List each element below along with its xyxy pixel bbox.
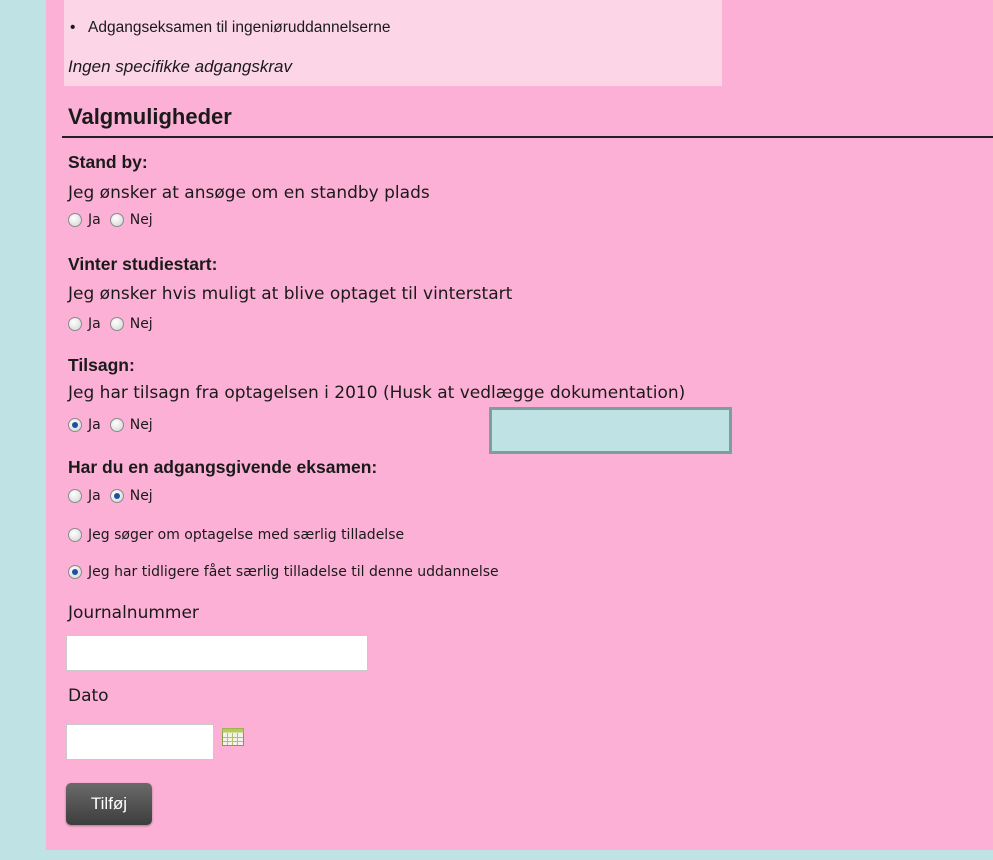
section-title: Valgmuligheder xyxy=(68,104,232,129)
exam-options: Ja Nej xyxy=(68,488,162,504)
previous-permission-option: Jeg har tidligere fået særlig tilladelse… xyxy=(68,564,508,580)
tilsagn-ja-radio[interactable] xyxy=(68,418,82,432)
tilsagn-ja-label[interactable]: Ja xyxy=(88,417,101,433)
requirement-bullet-text: Adgangseksamen til ingeniøruddannelserne xyxy=(88,19,391,36)
bullet-dot: • xyxy=(70,19,76,36)
add-button[interactable]: Tilføj xyxy=(66,783,152,825)
winter-start-nej-label[interactable]: Nej xyxy=(130,316,153,332)
date-input[interactable] xyxy=(66,724,214,760)
winter-start-options: Ja Nej xyxy=(68,316,162,332)
special-permission-option: Jeg søger om optagelse med særlig tillad… xyxy=(68,527,413,543)
winter-start-nej-radio[interactable] xyxy=(109,317,124,331)
standby-ja-radio[interactable] xyxy=(68,213,82,227)
standby-ja-label[interactable]: Ja xyxy=(88,212,101,228)
tilsagn-nej-label[interactable]: Nej xyxy=(130,417,153,433)
special-permission-radio[interactable] xyxy=(68,528,82,542)
exam-nej-radio[interactable] xyxy=(109,489,124,503)
calendar-icon[interactable] xyxy=(222,728,244,746)
winter-start-label: Vinter studiestart: xyxy=(68,254,218,274)
journal-number-input[interactable] xyxy=(66,635,368,671)
standby-nej-radio[interactable] xyxy=(109,213,124,227)
overlay-box xyxy=(489,407,732,454)
tilsagn-description: Jeg har tilsagn fra optagelsen i 2010 (H… xyxy=(68,383,686,403)
requirement-bullet-item: • Adgangseksamen til ingeniøruddannelser… xyxy=(70,19,391,37)
previous-permission-radio[interactable] xyxy=(68,565,82,579)
standby-description: Jeg ønsker at ansøge om en standby plads xyxy=(68,183,430,203)
panel-bottom-strip xyxy=(46,850,993,860)
exam-ja-label[interactable]: Ja xyxy=(88,488,101,504)
tilsagn-nej-radio[interactable] xyxy=(109,418,124,432)
section-divider xyxy=(62,136,993,138)
standby-options: Ja Nej xyxy=(68,212,162,228)
winter-start-description: Jeg ønsker hvis muligt at blive optaget … xyxy=(68,284,513,304)
exam-ja-radio[interactable] xyxy=(68,489,82,503)
date-label: Dato xyxy=(68,686,109,706)
winter-start-ja-radio[interactable] xyxy=(68,317,82,331)
special-permission-label[interactable]: Jeg søger om optagelse med særlig tillad… xyxy=(88,527,404,543)
journal-number-label: Journalnummer xyxy=(68,603,199,623)
standby-label: Stand by: xyxy=(68,152,148,172)
requirements-note: Ingen specifikke adgangskrav xyxy=(68,57,292,76)
standby-nej-label[interactable]: Nej xyxy=(130,212,153,228)
tilsagn-options: Ja Nej xyxy=(68,417,162,433)
tilsagn-label: Tilsagn: xyxy=(68,355,135,375)
winter-start-ja-label[interactable]: Ja xyxy=(88,316,101,332)
previous-permission-label[interactable]: Jeg har tidligere fået særlig tilladelse… xyxy=(88,564,499,580)
exam-label: Har du en adgangsgivende eksamen: xyxy=(68,457,378,477)
exam-nej-label[interactable]: Nej xyxy=(130,488,153,504)
